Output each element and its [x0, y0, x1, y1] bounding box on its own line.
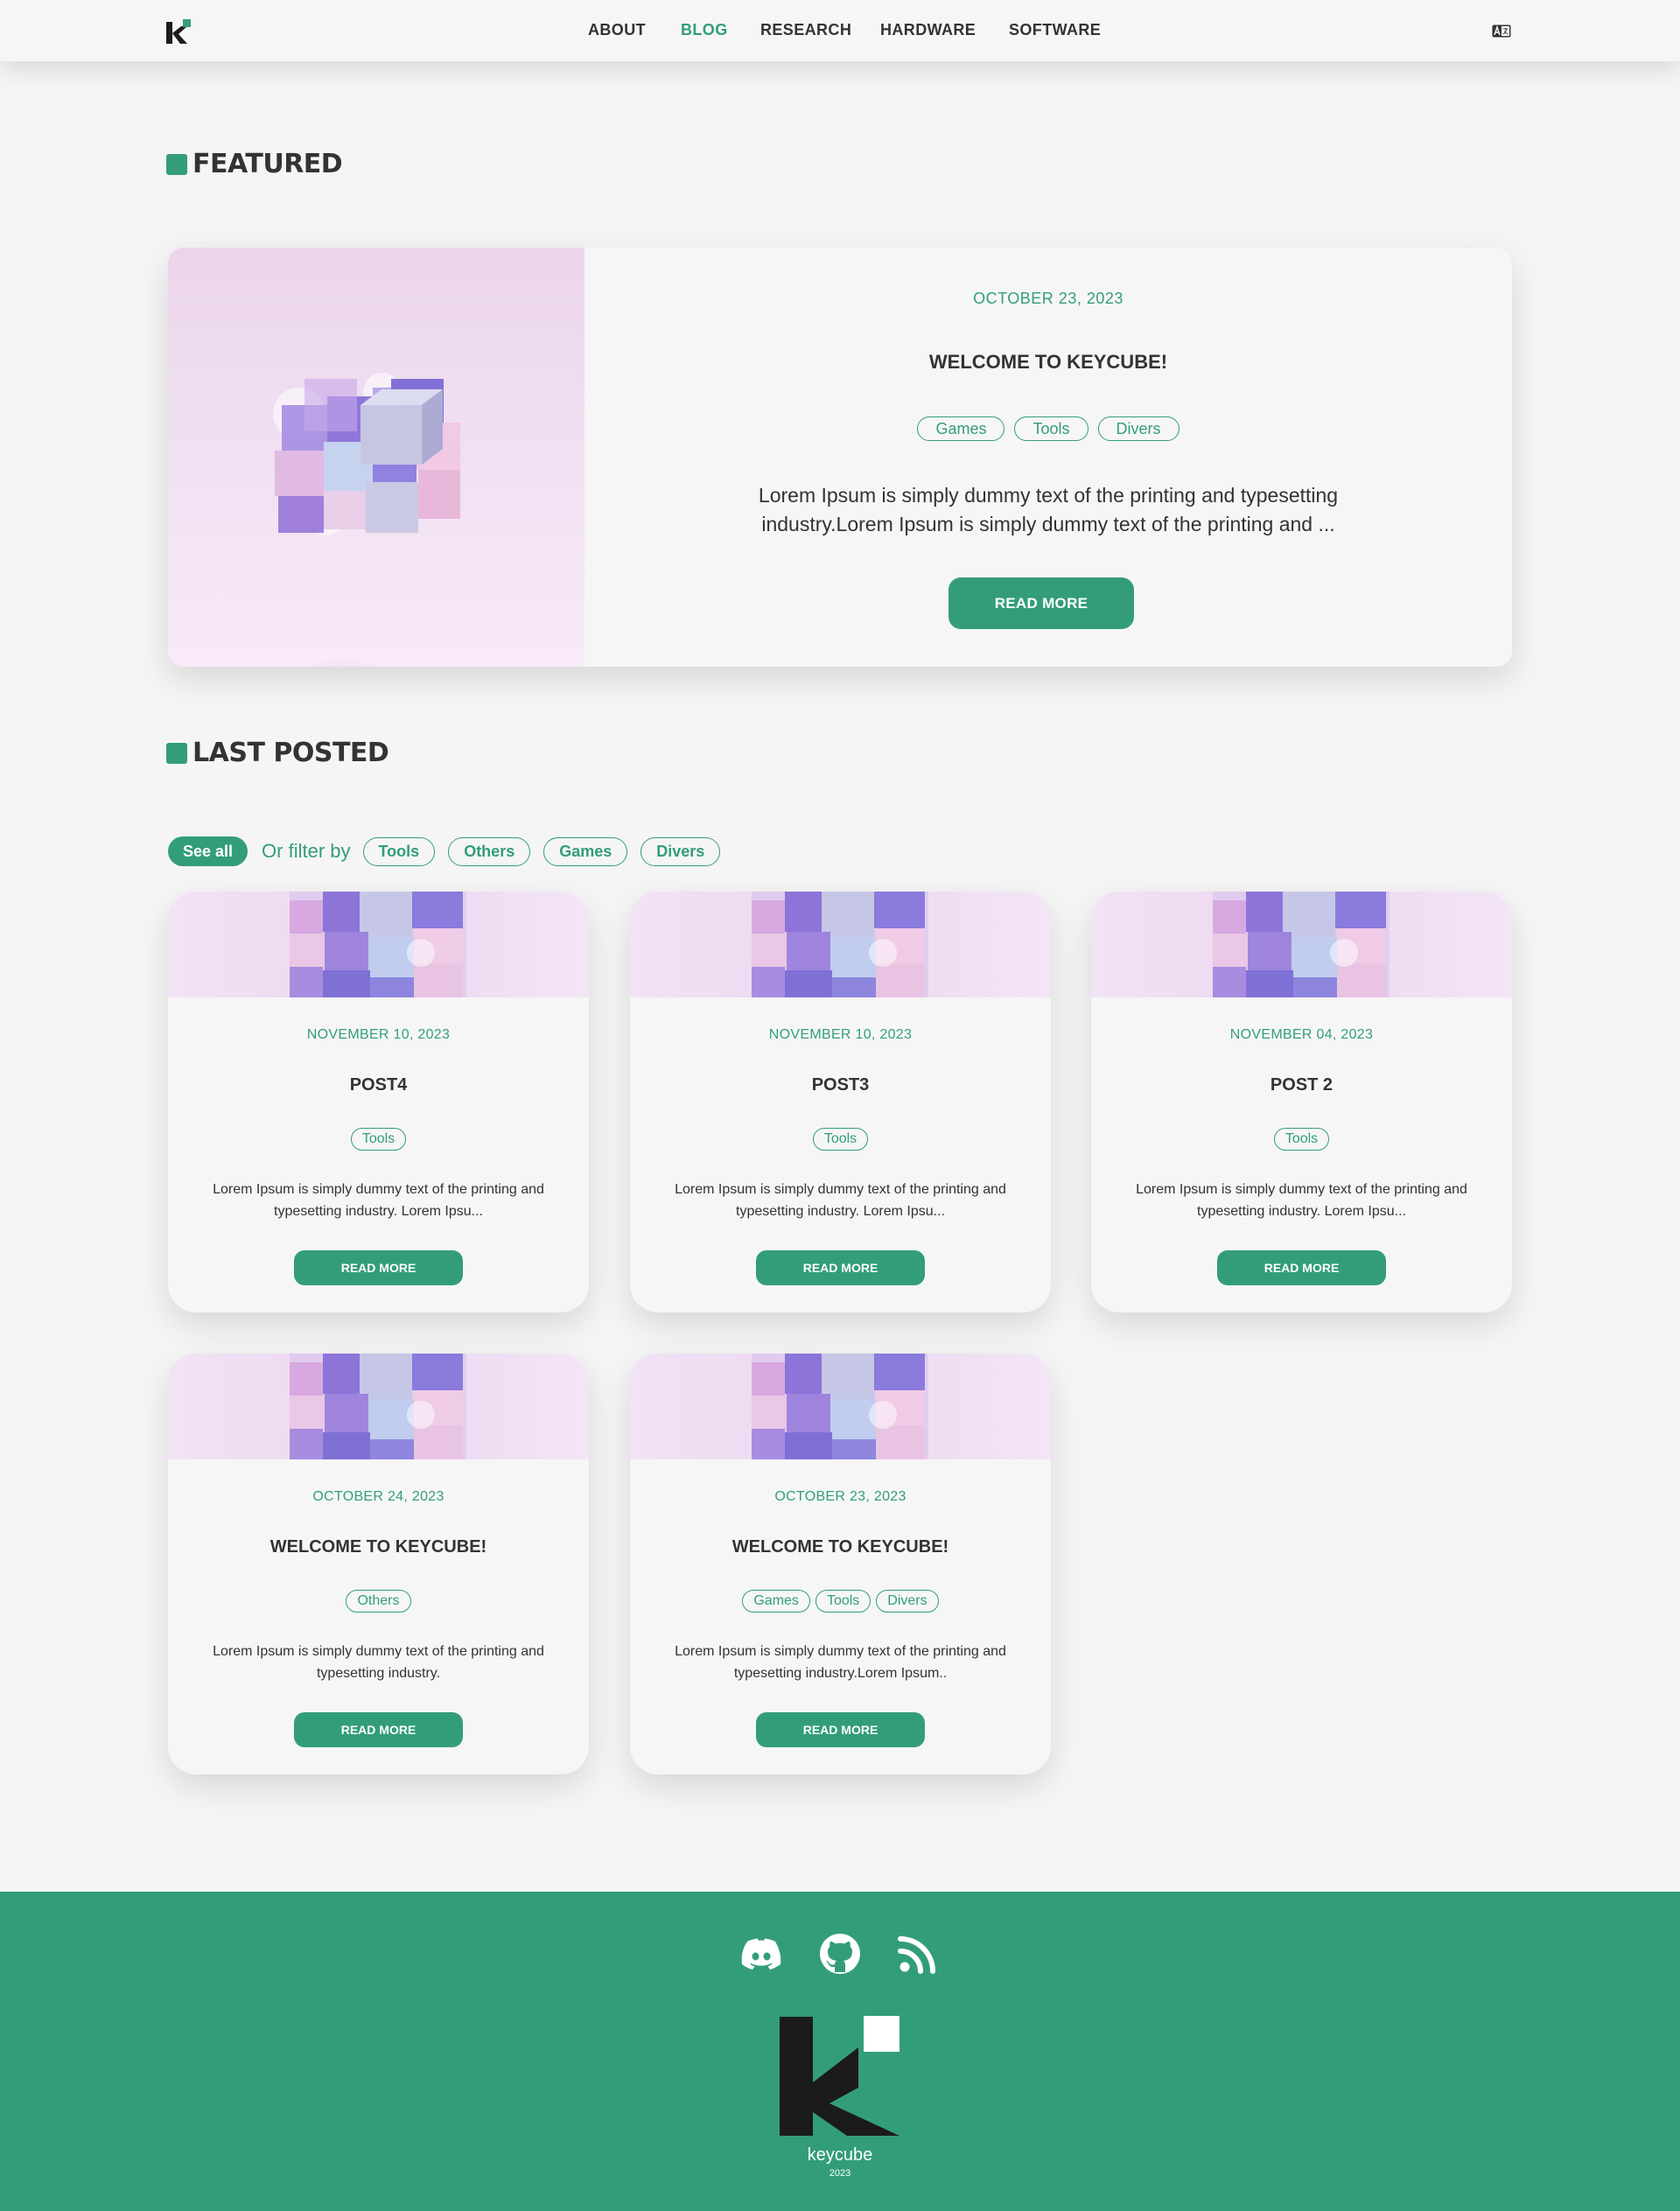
filter-label: Or filter by [262, 840, 351, 862]
main-nav: ABOUT BLOG RESEARCH HARDWARE SOFTWARE [0, 0, 1680, 61]
filter-others[interactable]: Others [448, 836, 531, 866]
cube-thumbnail [290, 1354, 466, 1459]
post-date: NOVEMBER 10, 2023 [768, 1027, 913, 1042]
post-date: OCTOBER 23, 2023 [973, 290, 1124, 307]
cube-thumbnail [290, 892, 466, 997]
tag-games[interactable]: Games [917, 416, 1005, 441]
filter-bar: See all Or filter by Tools Others Games … [168, 836, 733, 866]
post-tags: Games Tools Divers [630, 1590, 1051, 1613]
cube-illustration [264, 373, 460, 667]
post-date: OCTOBER 24, 2023 [312, 1489, 444, 1504]
read-more-button[interactable]: READ MORE [756, 1712, 925, 1747]
featured-post-image [168, 248, 584, 667]
post-card: NOVEMBER 04, 2023 POST 2 Tools Lorem Ips… [1091, 892, 1512, 1312]
footer-year: 2023 [829, 2168, 851, 2179]
last-posted-heading: LAST POSTED [166, 738, 389, 768]
read-more-button[interactable]: READ MORE [294, 1250, 463, 1285]
post-excerpt: Lorem Ipsum is simply dummy text of the … [1136, 1182, 1467, 1219]
post-image [168, 892, 589, 997]
nav-about[interactable]: ABOUT [588, 21, 646, 39]
last-posted-heading-text: LAST POSTED [192, 738, 389, 768]
nav-research[interactable]: RESEARCH [760, 21, 851, 39]
nav-software[interactable]: SOFTWARE [1009, 21, 1101, 39]
nav-blog[interactable]: BLOG [681, 21, 728, 39]
post-excerpt: Lorem Ipsum is simply dummy text of the … [213, 1644, 544, 1681]
post-tags: Others [168, 1590, 589, 1613]
post-excerpt: Lorem Ipsum is simply dummy text of the … [675, 1182, 1006, 1219]
featured-heading: FEATURED [166, 149, 343, 179]
nav-hardware[interactable]: HARDWARE [880, 21, 976, 39]
post-title[interactable]: WELCOME TO KEYCUBE! [630, 1537, 1051, 1557]
tag-tools[interactable]: Tools [812, 1128, 869, 1151]
tag-tools[interactable]: Tools [1273, 1128, 1330, 1151]
post-title[interactable]: POST 2 [1091, 1075, 1512, 1095]
post-title[interactable]: WELCOME TO KEYCUBE! [168, 1537, 589, 1557]
featured-post-body: OCTOBER 23, 2023 WELCOME TO KEYCUBE! Gam… [584, 248, 1512, 667]
language-icon[interactable] [1492, 24, 1511, 38]
tag-divers[interactable]: Divers [1097, 416, 1180, 441]
post-card: NOVEMBER 10, 2023 POST3 Tools Lorem Ipsu… [630, 892, 1051, 1312]
see-all-button[interactable]: See all [168, 836, 248, 866]
featured-heading-text: FEATURED [192, 149, 343, 179]
post-card: OCTOBER 24, 2023 WELCOME TO KEYCUBE! Oth… [168, 1354, 589, 1774]
filter-tools[interactable]: Tools [362, 836, 436, 866]
post-image [630, 892, 1051, 997]
filter-games[interactable]: Games [543, 836, 628, 866]
post-image [168, 1354, 589, 1459]
tag-others[interactable]: Others [346, 1590, 411, 1613]
post-card: OCTOBER 23, 2023 WELCOME TO KEYCUBE! Gam… [630, 1354, 1051, 1774]
featured-post-card: OCTOBER 23, 2023 WELCOME TO KEYCUBE! Gam… [168, 248, 1512, 667]
read-more-button[interactable]: READ MORE [1217, 1250, 1386, 1285]
post-tags: Tools [1091, 1128, 1512, 1151]
post-date: NOVEMBER 10, 2023 [306, 1027, 451, 1042]
tag-games[interactable]: Games [742, 1590, 810, 1613]
github-icon[interactable] [818, 1932, 862, 1976]
post-title[interactable]: POST4 [168, 1075, 589, 1095]
tag-tools[interactable]: Tools [1014, 416, 1088, 441]
post-excerpt: Lorem Ipsum is simply dummy text of the … [675, 1644, 1006, 1681]
discord-icon[interactable] [739, 1932, 783, 1976]
section-marker [166, 742, 187, 764]
post-image [1091, 892, 1512, 997]
cube-thumbnail [752, 1354, 928, 1459]
filter-divers[interactable]: Divers [640, 836, 721, 866]
read-more-button[interactable]: READ MORE [948, 577, 1134, 629]
footer-brand: keycube [807, 2145, 873, 2165]
post-title[interactable]: POST3 [630, 1075, 1051, 1095]
post-tags: Tools [630, 1128, 1051, 1151]
site-header: ABOUT BLOG RESEARCH HARDWARE SOFTWARE [0, 0, 1680, 61]
read-more-button[interactable]: READ MORE [756, 1250, 925, 1285]
tag-tools[interactable]: Tools [350, 1128, 407, 1151]
tag-tools[interactable]: Tools [815, 1590, 872, 1613]
post-title[interactable]: WELCOME TO KEYCUBE! [584, 351, 1512, 374]
rss-icon[interactable] [896, 1932, 940, 1976]
keycube-footer-logo [780, 2016, 900, 2136]
section-marker [166, 153, 187, 175]
post-card: NOVEMBER 10, 2023 POST4 Tools Lorem Ipsu… [168, 892, 589, 1312]
post-image [630, 1354, 1051, 1459]
site-footer: keycube 2023 [0, 1892, 1680, 2211]
cube-thumbnail [1213, 892, 1390, 997]
read-more-button[interactable]: READ MORE [294, 1712, 463, 1747]
post-excerpt: Lorem Ipsum is simply dummy text of the … [758, 484, 1339, 535]
post-date: NOVEMBER 04, 2023 [1229, 1027, 1374, 1042]
post-date: OCTOBER 23, 2023 [774, 1489, 906, 1504]
post-tags: Games Tools Divers [584, 416, 1512, 441]
post-tags: Tools [168, 1128, 589, 1151]
post-excerpt: Lorem Ipsum is simply dummy text of the … [213, 1182, 544, 1219]
cube-thumbnail [752, 892, 928, 997]
tag-divers[interactable]: Divers [876, 1590, 939, 1613]
